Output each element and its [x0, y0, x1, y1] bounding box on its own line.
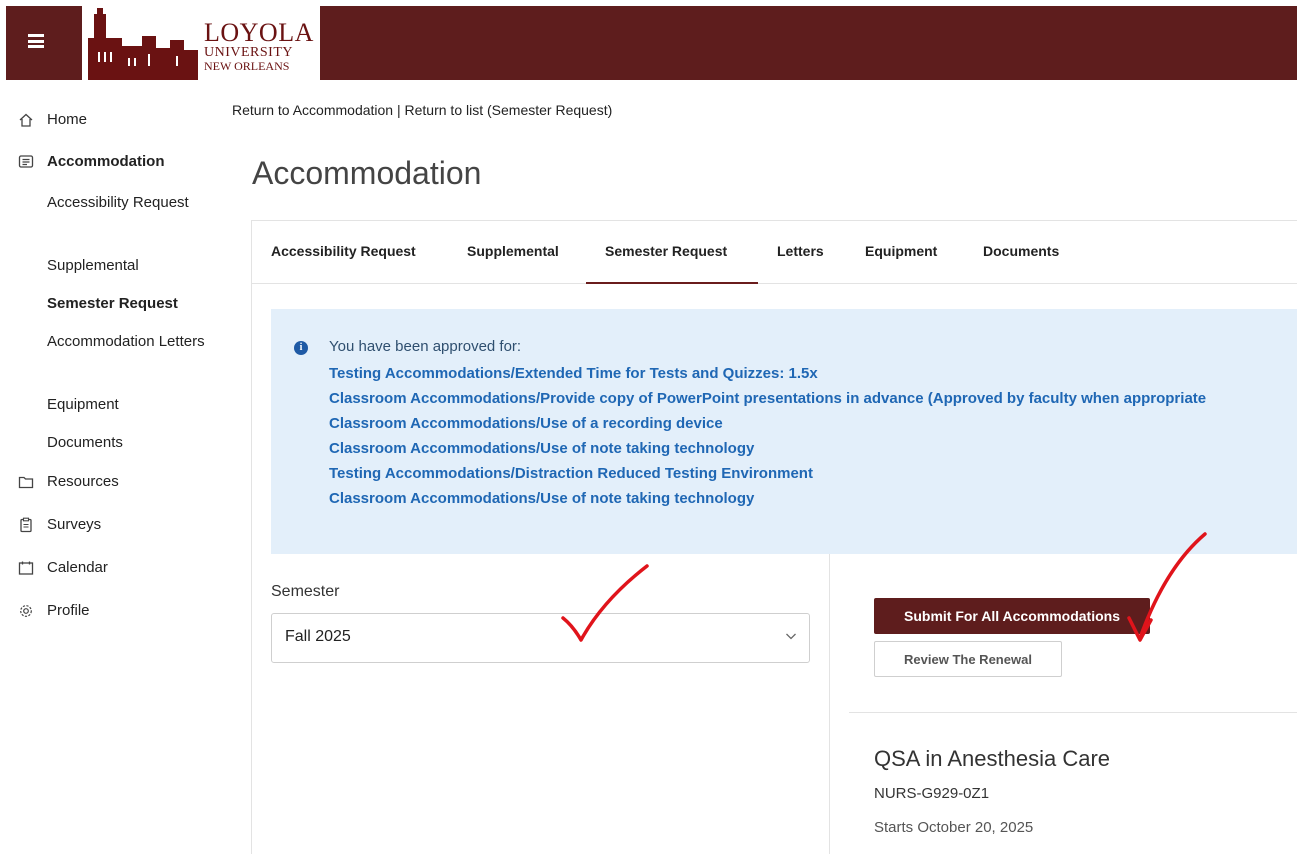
review-renewal-button[interactable]: Review The Renewal [874, 641, 1062, 677]
sidebar-subitem-semester-request[interactable]: Semester Request [47, 292, 207, 315]
alert-title: You have been approved for: [329, 338, 522, 355]
sidebar-item-surveys[interactable]: Surveys [18, 516, 101, 533]
folder-icon [18, 476, 34, 489]
breadcrumb-link-accommodation[interactable]: Return to Accommodation [232, 102, 393, 118]
tab-documents[interactable]: Documents [983, 243, 1059, 259]
semester-select[interactable]: Fall 2025 [271, 613, 810, 663]
tab-accessibility-request[interactable]: Accessibility Request [271, 243, 416, 259]
breadcrumb-link-semester-list[interactable]: Return to list (Semester Request) [405, 102, 613, 118]
sidebar-item-accommodation[interactable]: Accommodation [18, 153, 165, 170]
approved-accommodation-item[interactable]: Classroom Accommodations/Provide copy of… [329, 390, 1206, 407]
approved-accommodation-item[interactable]: Testing Accommodations/Distraction Reduc… [329, 465, 813, 482]
chevron-down-icon [786, 633, 796, 640]
sidebar-subitem-accessibility-request[interactable]: Accessibility Request [47, 191, 207, 214]
top-bar: LOYOLA UNIVERSITY NEW ORLEANS [0, 0, 1297, 83]
approved-accommodation-item[interactable]: Classroom Accommodations/Use of note tak… [329, 440, 754, 457]
semester-label: Semester [271, 583, 340, 600]
content-panel: Accessibility Request Supplemental Semes… [251, 220, 1297, 854]
sidebar-subitem-accommodation-letters[interactable]: Accommodation Letters [47, 330, 207, 353]
column-divider [829, 554, 830, 854]
calendar-icon [18, 561, 34, 575]
approval-alert: i You have been approved for: Testing Ac… [271, 309, 1297, 554]
university-logo[interactable]: LOYOLA UNIVERSITY NEW ORLEANS [82, 6, 320, 80]
header-banner: LOYOLA UNIVERSITY NEW ORLEANS [6, 6, 1297, 80]
info-icon: i [294, 341, 308, 355]
gear-icon [20, 605, 32, 617]
chat-list-icon [18, 155, 34, 168]
sidebar-subitem-documents[interactable]: Documents [47, 431, 207, 454]
tab-bar: Accessibility Request Supplemental Semes… [252, 221, 1297, 284]
breadcrumb: Return to Accommodation | Return to list… [232, 102, 612, 118]
active-tab-indicator [586, 282, 758, 284]
semester-selected-value: Fall 2025 [285, 628, 351, 645]
home-icon [19, 113, 33, 127]
course-code: NURS-G929-0Z1 [874, 785, 990, 802]
submit-all-accommodations-button[interactable]: Submit For All Accommodations [874, 598, 1150, 634]
sidebar-subitem-equipment[interactable]: Equipment [47, 393, 207, 416]
course-title: QSA in Anesthesia Care [874, 746, 1111, 771]
hamburger-menu-icon[interactable] [28, 34, 44, 48]
building-logo-icon [88, 8, 198, 80]
approved-accommodation-item[interactable]: Testing Accommodations/Extended Time for… [329, 365, 818, 382]
tab-equipment[interactable]: Equipment [865, 243, 937, 259]
sidebar-item-profile[interactable]: Profile [18, 602, 90, 619]
page-title: Accommodation [252, 155, 482, 191]
sidebar-item-calendar[interactable]: Calendar [18, 559, 108, 576]
clipboard-icon [20, 517, 32, 533]
tab-letters[interactable]: Letters [777, 243, 824, 259]
approved-accommodation-item[interactable]: Classroom Accommodations/Use of note tak… [329, 490, 754, 507]
section-divider [849, 712, 1297, 713]
sidebar-subitem-supplemental[interactable]: Supplemental [47, 254, 207, 277]
approved-accommodation-item[interactable]: Classroom Accommodations/Use of a record… [329, 415, 723, 432]
sidebar-item-home[interactable]: Home [18, 111, 87, 128]
sidebar-item-resources[interactable]: Resources [18, 473, 119, 490]
course-start-date: Starts October 20, 2025 [874, 819, 1034, 836]
logo-wordmark: LOYOLA UNIVERSITY NEW ORLEANS [204, 18, 314, 73]
tab-semester-request[interactable]: Semester Request [605, 243, 727, 259]
tab-supplemental[interactable]: Supplemental [467, 243, 559, 259]
breadcrumb-separator: | [393, 102, 405, 118]
